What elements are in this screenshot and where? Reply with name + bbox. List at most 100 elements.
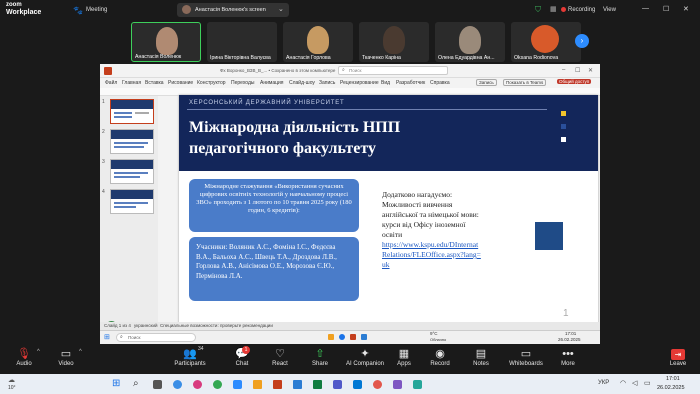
screen-share-pill[interactable]: Анастасія Воленюк's screen ⌄	[177, 3, 289, 17]
more-button[interactable]: ••• More	[546, 347, 590, 367]
accessibility-status[interactable]: Специальные возможности: проверьте реком…	[160, 323, 273, 328]
file-explorer-icon[interactable]	[253, 380, 262, 389]
thumb-line	[114, 172, 148, 174]
tab-transitions[interactable]: Переходы	[231, 80, 254, 86]
close-icon[interactable]: ✕	[588, 67, 593, 74]
volume-icon[interactable]: ◁	[632, 379, 637, 387]
recording-dot-icon	[561, 7, 566, 12]
link-line: uk	[382, 260, 390, 269]
participant-tile[interactable]: Анастасія Воленюк	[131, 22, 201, 62]
thumb-line	[114, 206, 136, 208]
chrome-icon[interactable]	[213, 380, 222, 389]
windows-start-icon[interactable]: ⊞	[112, 378, 120, 389]
weather-icon[interactable]: ☁	[8, 376, 15, 384]
file-explorer-icon[interactable]	[328, 334, 334, 340]
app-icon[interactable]	[193, 380, 202, 389]
record-button[interactable]: ◉ Record	[418, 347, 462, 367]
app-icon[interactable]	[393, 380, 402, 389]
windows-search-input[interactable]: ⌕ Поиск	[116, 333, 196, 342]
thumb-line	[114, 146, 144, 148]
participant-tile[interactable]: Ірина Вікторівна Валуєва	[207, 22, 277, 62]
view-button[interactable]: View	[603, 7, 616, 13]
chevron-down-icon[interactable]: ⌄	[278, 5, 284, 13]
tab-record[interactable]: Запись	[319, 80, 335, 86]
tab-home[interactable]: Главная	[122, 80, 141, 86]
language-indicator[interactable]: УКР	[598, 380, 609, 386]
app-icon[interactable]	[373, 380, 382, 389]
tab-slideshow[interactable]: Слайд-шоу	[289, 80, 315, 86]
tab-view[interactable]: Вид	[381, 80, 390, 86]
meeting-label[interactable]: Meeting	[86, 7, 107, 13]
meeting-icon[interactable]: 🐾	[73, 6, 83, 15]
more-icon: •••	[562, 348, 574, 360]
search-icon[interactable]: ⌕	[133, 378, 139, 389]
chat-badge: 1	[242, 346, 250, 354]
ppt-search-input[interactable]: ⌕ Поиск	[338, 66, 448, 75]
slide-thumb-2[interactable]	[110, 129, 154, 154]
close-icon[interactable]: ✕	[683, 5, 689, 13]
minimize-icon[interactable]: –	[562, 67, 565, 73]
leave-label: Leave	[669, 361, 687, 367]
tab-animations[interactable]: Анимация	[260, 80, 283, 86]
tab-developer[interactable]: Разработчик	[396, 80, 425, 86]
tab-design[interactable]: Конструктор	[197, 80, 226, 86]
gallery-next-button[interactable]: ›	[575, 34, 589, 48]
shield-icon[interactable]: ⛉	[535, 5, 541, 15]
maximize-icon[interactable]: ☐	[663, 5, 669, 13]
participant-tile[interactable]: Анастасія Горлова	[283, 22, 353, 62]
edge-icon[interactable]	[173, 380, 182, 389]
maximize-icon[interactable]: ☐	[575, 67, 580, 74]
slide-title: Міжнародна діяльність НПП педагогічного …	[189, 117, 400, 159]
participant-tile[interactable]: Oksana Rodionova	[511, 22, 581, 62]
participant-tile[interactable]: Олена Едуардівна Ан...	[435, 22, 505, 62]
battery-icon[interactable]: ▭	[644, 379, 651, 387]
weather-temp: 10°	[8, 385, 16, 391]
tab-help[interactable]: Справка	[430, 80, 450, 86]
teams-icon[interactable]	[333, 380, 342, 389]
office-link[interactable]: https://www.kspu.edu/DInternat Relations…	[382, 240, 527, 270]
powerpoint-icon[interactable]	[273, 380, 282, 389]
share-button[interactable]: Общий доступ	[557, 79, 592, 84]
participant-name: Oksana Rodionova	[514, 55, 559, 61]
grid-icon[interactable]: ▦	[550, 5, 557, 13]
wifi-icon[interactable]: ◠	[620, 379, 626, 387]
participants-button[interactable]: 👥 Participants	[168, 347, 212, 367]
react-button[interactable]: ♡ React	[258, 347, 302, 367]
slide-thumb-4[interactable]	[110, 189, 154, 214]
recording-label[interactable]: Recording	[568, 7, 595, 13]
chevron-up-icon[interactable]: ^	[79, 349, 82, 355]
record-button[interactable]: Запись	[476, 79, 497, 86]
tab-draw[interactable]: Рисование	[168, 80, 193, 86]
clock-date[interactable]: 26.02.2025	[657, 385, 685, 391]
language-status[interactable]: украинский	[134, 323, 157, 328]
thumb-line	[135, 112, 149, 114]
browser-icon[interactable]	[339, 334, 345, 340]
powerpoint-icon[interactable]	[350, 334, 356, 340]
windows-start-icon[interactable]: ⊞	[104, 333, 110, 341]
slide-thumb-1[interactable]	[110, 99, 154, 124]
decor-square-blue	[561, 124, 566, 129]
minimize-icon[interactable]: —	[642, 5, 649, 12]
whiteboards-button[interactable]: ▭ Whiteboards	[500, 347, 552, 367]
tab-file[interactable]: Файл	[105, 80, 117, 86]
outlook-icon[interactable]	[353, 380, 362, 389]
tab-insert[interactable]: Вставка	[145, 80, 164, 86]
zoom-icon[interactable]	[233, 380, 242, 389]
present-teams-button[interactable]: Показать в Teams	[503, 79, 547, 86]
excel-icon[interactable]	[313, 380, 322, 389]
inner-clock-time: 17:01	[565, 331, 577, 336]
windows-search-label: Поиск	[128, 335, 141, 340]
leave-button[interactable]: ⇥ Leave	[656, 347, 700, 367]
task-view-icon[interactable]	[153, 380, 162, 389]
slide-thumb-3[interactable]	[110, 159, 154, 184]
app-icon[interactable]	[413, 380, 422, 389]
search-icon: ⌕	[342, 67, 345, 73]
share-screen-button[interactable]: ⇧ Share	[298, 347, 342, 367]
word-icon[interactable]	[361, 334, 367, 340]
notes-button[interactable]: ▤ Notes	[459, 347, 503, 367]
clock-time[interactable]: 17:01	[666, 376, 680, 382]
word-icon[interactable]	[293, 380, 302, 389]
tab-review[interactable]: Рецензирование	[340, 80, 379, 86]
participant-tile[interactable]: Ткаченко Каріна	[359, 22, 429, 62]
chevron-up-icon[interactable]: ^	[37, 349, 40, 355]
